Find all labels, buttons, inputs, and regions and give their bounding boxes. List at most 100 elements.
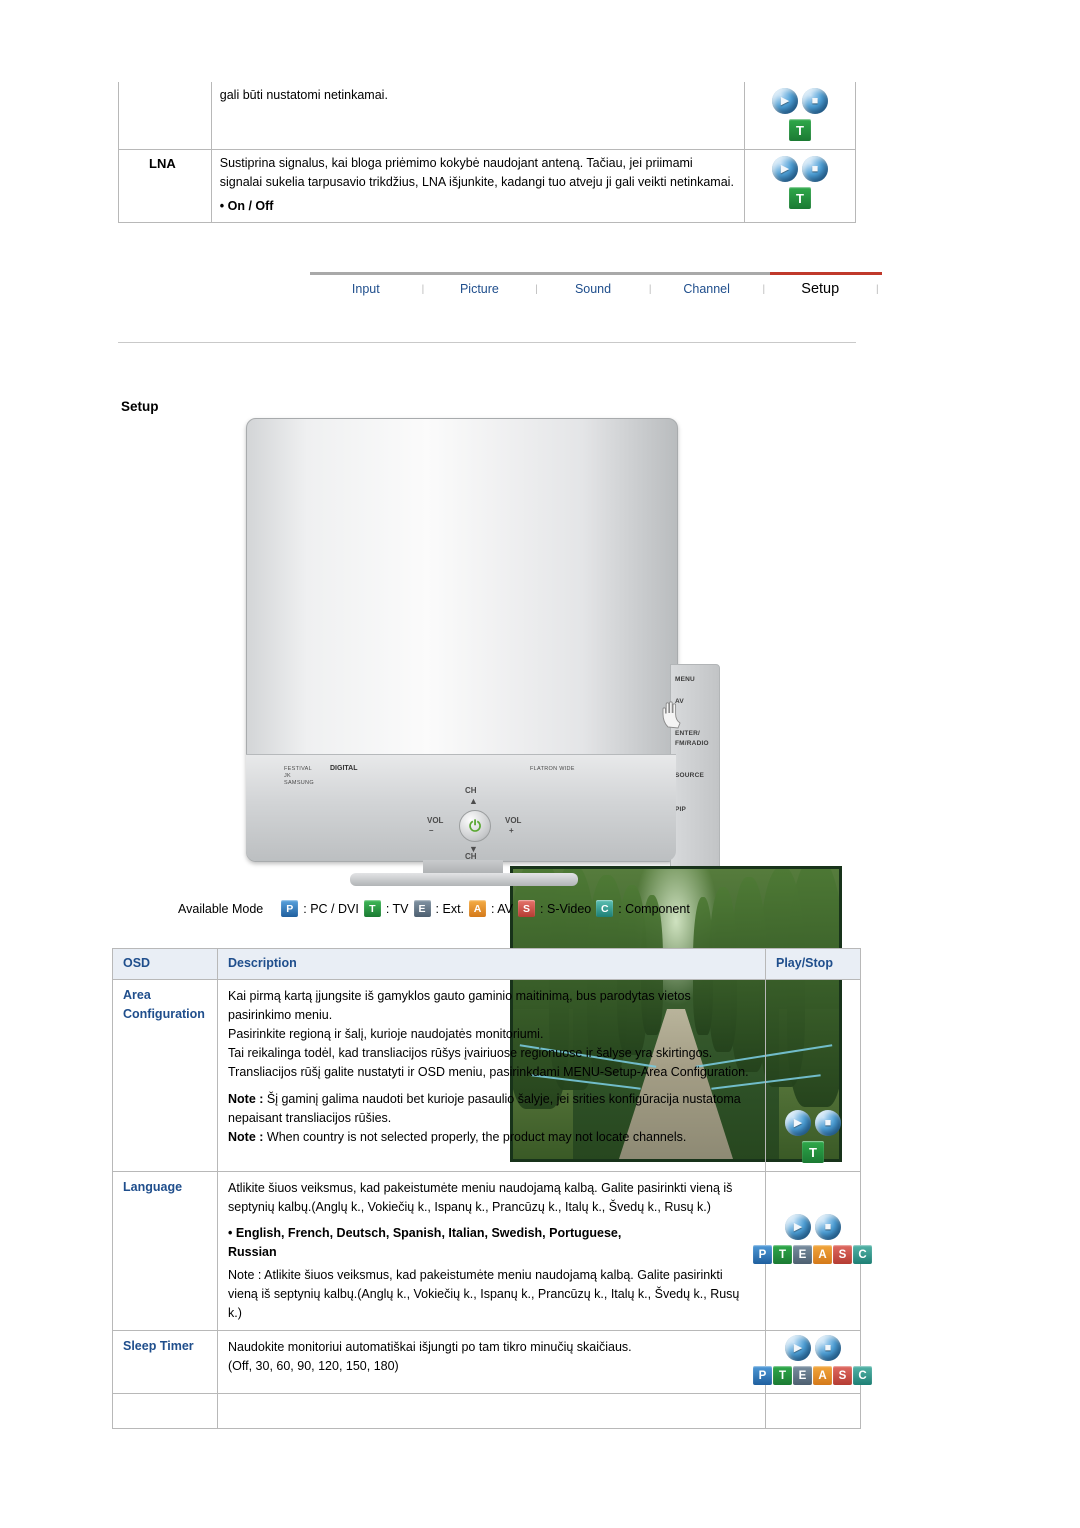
language-options-line1: • English, French, Deutsch, Spanish, Ita… bbox=[228, 1226, 622, 1240]
document-page: gali būti nustatomi netinkamai. ▶ ■ T LN… bbox=[0, 0, 1080, 1528]
side-button-menu: MENU bbox=[675, 676, 695, 683]
available-mode-legend: Available Mode P : PC / DVI T : TV E : E… bbox=[178, 900, 690, 917]
tv-side-panel bbox=[670, 664, 720, 871]
osd-name-line2: Configuration bbox=[123, 1006, 205, 1021]
table-row: Language Atlikite šiuos veiksmus, kad pa… bbox=[112, 1171, 872, 1331]
mode-chip-p: P bbox=[281, 900, 299, 917]
tab-channel[interactable]: Channel bbox=[651, 282, 763, 296]
lna-options: • On / Off bbox=[219, 198, 274, 213]
osd-name-lna: LNA bbox=[118, 149, 212, 223]
nav-separator: | bbox=[876, 283, 879, 295]
mode-text-t: : TV bbox=[385, 901, 409, 916]
note-text: When country is not selected properly, t… bbox=[263, 1130, 687, 1144]
lna-table: gali būti nustatomi netinkamai. ▶ ■ T LN… bbox=[118, 82, 857, 223]
paragraph: Tai reikalinga todėl, kad transliacijos … bbox=[228, 1046, 713, 1060]
mode-chip-a: A bbox=[813, 1366, 832, 1385]
icon-cluster: ▶ ■ T bbox=[766, 980, 860, 1171]
mode-text-a: : AV bbox=[491, 901, 514, 916]
lna-description: Sustiprina signalus, kai bloga priėmimo … bbox=[210, 149, 745, 223]
mode-chip-e: E bbox=[413, 900, 431, 917]
osd-description-next bbox=[217, 1393, 766, 1429]
tv-controls: CH ▲ VOL – VOL + ▼ CH ⏻ bbox=[413, 786, 533, 862]
column-header-playstop: Play/Stop bbox=[765, 948, 861, 980]
mode-badge-t: T bbox=[802, 1141, 824, 1163]
tab-input[interactable]: Input bbox=[310, 282, 422, 296]
paragraph: Transliacijos rūšį galite nustatyti ir O… bbox=[228, 1065, 749, 1079]
table-header-row: OSD Description Play/Stop bbox=[112, 948, 861, 980]
icon-cluster: ▶ ■ P T E A S C bbox=[753, 1172, 872, 1272]
tv-illustration: MENU AV ENTER/ FM/RADIO SOURCE PIP FESTI… bbox=[238, 414, 842, 1162]
stop-icon: ■ bbox=[815, 1214, 841, 1240]
tab-picture[interactable]: Picture bbox=[424, 282, 536, 296]
power-button[interactable]: ⏻ bbox=[459, 810, 491, 842]
mode-chip-t: T bbox=[773, 1366, 792, 1385]
mode-chip-e: E bbox=[793, 1366, 812, 1385]
osd-description-area-configuration: Kai pirmą kartą įjungsite iš gamyklos ga… bbox=[217, 979, 766, 1172]
icon-cluster: ▶ ■ T bbox=[745, 82, 855, 149]
play-stop-pair: ▶ ■ bbox=[771, 156, 828, 182]
stop-icon: ■ bbox=[801, 88, 828, 114]
side-button-enter: ENTER/ bbox=[675, 730, 701, 737]
ch-up-label[interactable]: CH bbox=[465, 786, 477, 795]
vol-left-label[interactable]: VOL bbox=[427, 816, 443, 825]
tab-sound[interactable]: Sound bbox=[537, 282, 649, 296]
note: Note : Atlikite šiuos veiksmus, kad pake… bbox=[228, 1268, 740, 1320]
play-icon: ▶ bbox=[785, 1214, 811, 1240]
play-stop-cell: ▶ ■ P T E A S C bbox=[753, 1330, 872, 1394]
mode-text-s: : S-Video bbox=[540, 901, 592, 916]
play-stop-cell bbox=[765, 1393, 861, 1429]
vol-right-label[interactable]: VOL bbox=[505, 816, 521, 825]
osd-table: OSD Description Play/Stop Area Configura… bbox=[112, 948, 872, 1429]
mode-text-c: : Component bbox=[618, 901, 690, 916]
paragraph: (Off, 30, 60, 90, 120, 150, 180) bbox=[228, 1359, 399, 1373]
column-header-description: Description bbox=[217, 948, 766, 980]
play-stop-pair: ▶ ■ bbox=[785, 1335, 841, 1361]
stop-icon: ■ bbox=[815, 1110, 841, 1136]
tab-setup[interactable]: Setup bbox=[764, 281, 876, 297]
column-header-osd: OSD bbox=[112, 948, 218, 980]
mode-badge-t: T bbox=[788, 187, 811, 209]
note-text: Šį gaminį galima naudoti bet kurioje pas… bbox=[228, 1092, 741, 1125]
side-button-pip: PIP bbox=[675, 806, 687, 813]
note-label: Note : bbox=[228, 1130, 264, 1144]
mode-strip: P T E A S C bbox=[753, 1245, 873, 1264]
tv-logo-right: FLATRON WIDE bbox=[530, 766, 575, 772]
stop-icon: ■ bbox=[815, 1335, 841, 1361]
mode-badge-t: T bbox=[788, 119, 811, 141]
play-stop-icons: ▶ ■ T bbox=[743, 149, 857, 223]
mode-chip-c: C bbox=[853, 1366, 872, 1385]
mode-chip-a: A bbox=[813, 1245, 832, 1264]
vol-minus-icon: – bbox=[429, 826, 434, 835]
play-icon: ▶ bbox=[771, 88, 798, 114]
intro-text: gali būti nustatomi netinkamai. bbox=[210, 82, 745, 150]
mode-chip-e: E bbox=[793, 1245, 812, 1264]
mode-chip-s: S bbox=[833, 1366, 852, 1385]
mode-chip-c: C bbox=[853, 1245, 872, 1264]
mode-chip-s: S bbox=[518, 900, 536, 917]
osd-description-language: Atlikite šiuos veiksmus, kad pakeistumėt… bbox=[217, 1171, 766, 1331]
osd-name-line1: Area bbox=[123, 988, 151, 1002]
side-button-fmradio: FM/RADIO bbox=[675, 740, 709, 747]
vol-plus-icon: + bbox=[509, 826, 514, 835]
paragraph: Naudokite monitoriui automatiškai išjung… bbox=[228, 1340, 632, 1354]
section-nav: Input | Picture | Sound | Channel | Setu… bbox=[310, 272, 882, 308]
play-stop-icons: ▶ ■ T bbox=[743, 82, 857, 150]
play-icon: ▶ bbox=[785, 1110, 811, 1136]
table-row bbox=[112, 1393, 861, 1429]
side-button-source: SOURCE bbox=[675, 772, 705, 779]
osd-name-line1: Sleep Timer bbox=[123, 1339, 194, 1353]
icon-cluster: ▶ ■ T bbox=[745, 150, 855, 217]
divider bbox=[118, 342, 856, 343]
osd-description-sleep-timer: Naudokite monitoriui automatiškai išjung… bbox=[217, 1330, 766, 1394]
note: Note : Šį gaminį galima naudoti bet kuri… bbox=[228, 1090, 755, 1128]
play-stop-pair: ▶ ■ bbox=[785, 1110, 841, 1136]
table-row: LNA Sustiprina signalus, kai bloga priėm… bbox=[118, 149, 857, 223]
mode-text-p: : PC / DVI bbox=[303, 901, 359, 916]
play-stop-pair: ▶ ■ bbox=[771, 88, 828, 114]
osd-name-sleep-timer: Sleep Timer bbox=[112, 1330, 218, 1394]
osd-name-line1: Language bbox=[123, 1180, 183, 1194]
note-label: Note : bbox=[228, 1092, 264, 1106]
mode-chip-c: C bbox=[596, 900, 614, 917]
mode-chip-p: P bbox=[753, 1245, 772, 1264]
language-options-line2: Russian bbox=[228, 1245, 277, 1259]
